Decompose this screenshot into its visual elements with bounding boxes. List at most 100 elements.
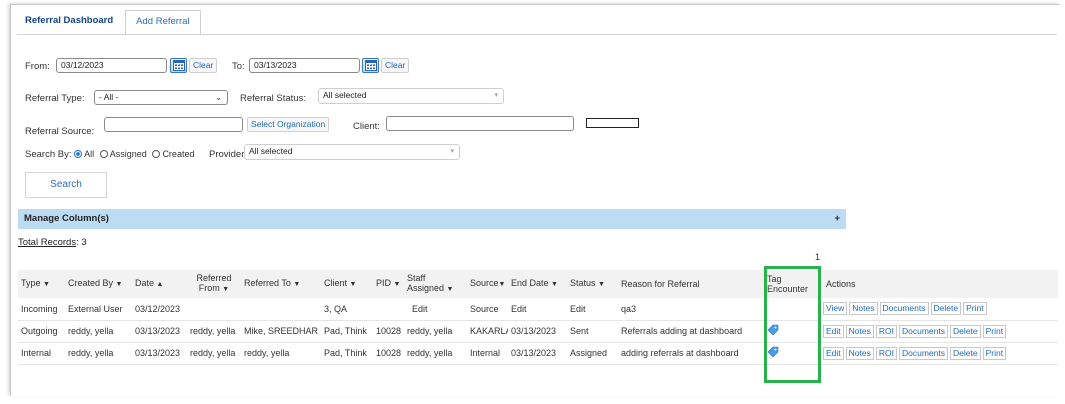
sort-down-icon: ▼ — [446, 286, 454, 293]
print-button[interactable]: Print — [963, 302, 987, 316]
cell-staff-link[interactable]: reddy, yella — [404, 320, 467, 343]
table-row: Internal reddy, yella 03/13/2023 reddy, … — [18, 342, 1058, 365]
cell-date: 03/13/2023 — [132, 342, 187, 365]
notes-button[interactable]: Notes — [845, 346, 874, 360]
sort-down-icon: ▼ — [598, 281, 605, 288]
radio-all[interactable] — [74, 150, 83, 158]
client-lookup-box[interactable] — [586, 118, 639, 128]
cell-status-link[interactable]: Sent — [567, 320, 618, 343]
table-row: Incoming External User 03/12/2023 3, QA … — [18, 298, 1058, 321]
roi-button[interactable]: ROI — [875, 346, 897, 360]
expand-icon[interactable]: + — [834, 209, 840, 229]
referral-status-select[interactable]: All selected ▾ — [318, 88, 504, 104]
cell-staff-link[interactable]: Edit — [404, 298, 467, 321]
col-client[interactable]: Client ▼ — [321, 270, 373, 298]
cell-staff-link[interactable]: reddy, yella — [404, 342, 467, 365]
radio-created-label: Created — [162, 149, 195, 159]
col-created-by[interactable]: Created By ▼ — [65, 270, 132, 298]
table-header-row: Type ▼ Created By ▼ Date ▲ Referred From… — [18, 270, 1058, 298]
select-organization-button[interactable]: Select Organization — [247, 117, 330, 132]
calendar-icon[interactable] — [170, 58, 187, 73]
cell-pid[interactable]: 10028 — [373, 342, 404, 365]
from-date-input[interactable]: 03/12/2023 — [56, 58, 167, 73]
cell-status-link[interactable]: Assigned — [567, 342, 618, 365]
cell-pid[interactable]: 10028 — [373, 320, 404, 343]
client-label: Client: — [353, 121, 380, 132]
radio-assigned-label: Assigned — [109, 149, 147, 159]
roi-button[interactable]: ROI — [875, 324, 897, 338]
sort-down-icon: ▼ — [551, 281, 558, 288]
cell-status-link[interactable]: Edit — [567, 298, 618, 321]
clear-from-button[interactable]: Clear — [189, 58, 218, 73]
cell-type: Internal — [18, 342, 65, 365]
referral-source-input[interactable] — [104, 117, 243, 132]
print-button[interactable]: Print — [982, 324, 1007, 338]
tab-bar: Referral Dashboard Add Referral — [17, 10, 201, 34]
total-records-label: Total Records — [18, 237, 77, 248]
search-by-label: Search By: — [25, 149, 72, 160]
col-source[interactable]: Source▼ — [467, 270, 508, 298]
chevron-down-icon: ▾ — [494, 92, 498, 99]
delete-button[interactable]: Delete — [930, 302, 962, 316]
search-button[interactable]: Search — [25, 172, 107, 198]
cell-referred-to: reddy, yella — [241, 342, 321, 365]
page-number[interactable]: 1 — [815, 252, 820, 262]
referral-source-label: Referral Source: — [25, 126, 95, 137]
documents-button[interactable]: Documents — [879, 302, 929, 316]
view-button[interactable]: View — [823, 302, 848, 316]
notes-button[interactable]: Notes — [849, 302, 878, 316]
documents-button[interactable]: Documents — [899, 346, 948, 360]
radio-created[interactable] — [152, 150, 161, 158]
provider-label: Provider: — [209, 149, 248, 160]
referral-type-label: Referral Type: — [25, 93, 85, 104]
notes-button[interactable]: Notes — [845, 324, 874, 338]
col-type[interactable]: Type ▼ — [18, 270, 65, 298]
referral-type-select[interactable]: - All - ⌄ — [94, 90, 228, 105]
cell-client: 3, QA — [321, 298, 373, 321]
cell-referred-from — [187, 298, 241, 321]
cell-end-date-link[interactable]: 03/13/2023 — [508, 320, 567, 343]
cell-client: Pad, Think — [321, 320, 373, 343]
manage-columns-label: Manage Column(s) — [24, 213, 109, 224]
cell-created-by: External User — [65, 298, 132, 321]
cell-referred-from: reddy, yella — [187, 342, 241, 365]
calendar-icon[interactable] — [362, 58, 379, 73]
cell-end-date-link[interactable]: 03/13/2023 — [508, 342, 567, 365]
col-status[interactable]: Status ▼ — [567, 270, 618, 298]
cell-source: Source — [467, 298, 508, 321]
radio-all-label: All — [84, 149, 95, 159]
delete-button[interactable]: Delete — [950, 346, 981, 360]
sort-down-icon: ▼ — [222, 286, 230, 293]
radio-assigned[interactable] — [99, 150, 108, 158]
chevron-down-icon: ⌄ — [215, 93, 222, 102]
provider-select[interactable]: All selected ▾ — [244, 144, 460, 160]
to-date-input[interactable]: 03/13/2023 — [249, 58, 360, 73]
col-referred-from[interactable]: Referred From ▼ — [187, 270, 241, 298]
cell-actions: View Notes Documents Delete Print — [820, 298, 1058, 321]
cell-referred-from: reddy, yella — [187, 320, 241, 343]
edit-button[interactable]: Edit — [823, 346, 844, 360]
edit-button[interactable]: Edit — [823, 324, 844, 338]
col-end-date[interactable]: End Date ▼ — [508, 270, 567, 298]
clear-to-button[interactable]: Clear — [381, 58, 410, 73]
cell-pid[interactable] — [373, 298, 404, 321]
documents-button[interactable]: Documents — [899, 324, 948, 338]
col-pid[interactable]: PID ▼ — [373, 270, 404, 298]
print-button[interactable]: Print — [982, 346, 1007, 360]
manage-columns-bar[interactable]: Manage Column(s) + — [18, 209, 846, 229]
col-staff-assigned[interactable]: Staff Assigned ▼ — [404, 270, 467, 298]
col-date[interactable]: Date ▲ — [132, 270, 187, 298]
sort-down-icon: ▼ — [498, 281, 506, 288]
cell-end-date-link[interactable]: Edit — [508, 298, 567, 321]
delete-button[interactable]: Delete — [950, 324, 981, 338]
search-by-group: Search By: All Assigned Created — [25, 149, 194, 160]
chevron-down-icon: ▾ — [450, 148, 454, 155]
tab-referral-dashboard[interactable]: Referral Dashboard — [17, 10, 121, 34]
cell-created-by: reddy, yella — [65, 342, 132, 365]
tab-divider — [17, 34, 1057, 35]
tab-add-referral[interactable]: Add Referral — [125, 10, 201, 34]
cell-source: Internal — [467, 342, 508, 365]
col-referred-to[interactable]: Referred To ▼ — [241, 270, 321, 298]
client-input[interactable] — [386, 116, 574, 131]
cell-client: Pad, Think — [321, 342, 373, 365]
